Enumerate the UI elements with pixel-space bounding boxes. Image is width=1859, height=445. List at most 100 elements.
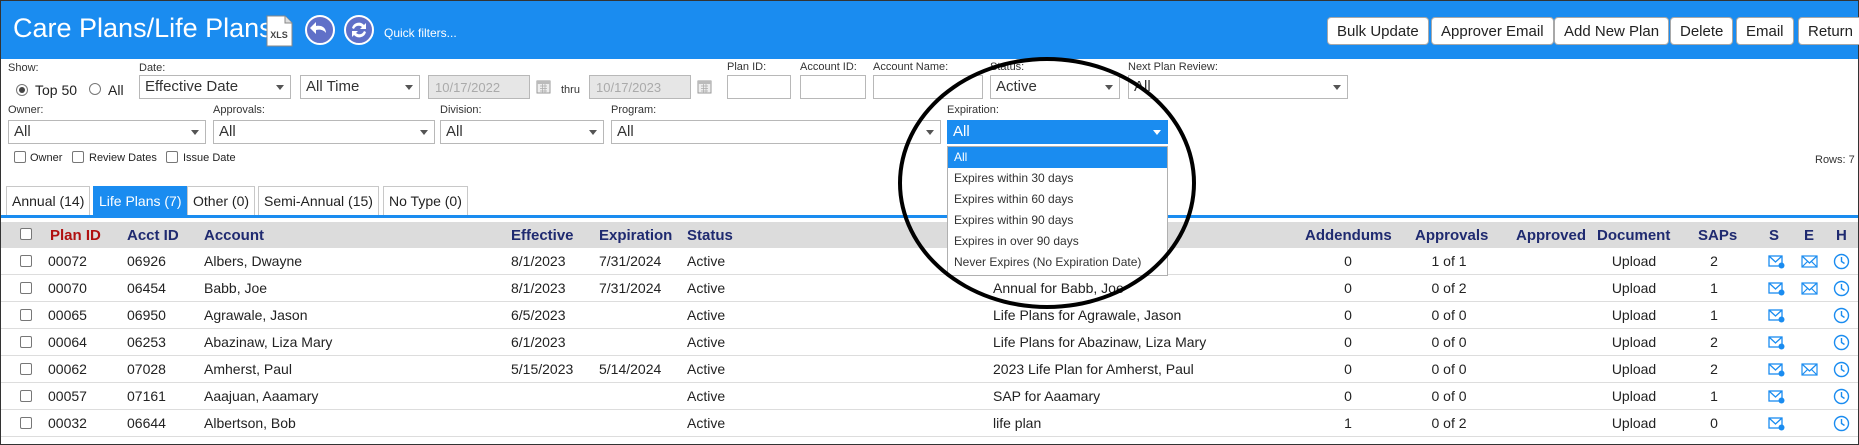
send-email-icon[interactable] bbox=[1768, 307, 1785, 324]
table-row[interactable]: 00032 06644 Albertson, Bob Active life plan 1… bbox=[1, 410, 1858, 437]
col-plan-id[interactable]: Plan ID bbox=[50, 227, 101, 244]
date-type-select[interactable]: Effective Date bbox=[139, 75, 291, 99]
issue-date-checkbox[interactable] bbox=[166, 151, 178, 163]
col-saps[interactable]: SAPs bbox=[1698, 227, 1737, 244]
cell-document[interactable]: Upload bbox=[1612, 361, 1656, 377]
expiration-option-over-90-days[interactable]: Expires in over 90 days bbox=[948, 231, 1167, 252]
send-email-icon[interactable] bbox=[1768, 361, 1785, 378]
cell-status: Active bbox=[687, 334, 726, 350]
delete-button[interactable]: Delete bbox=[1670, 17, 1734, 45]
send-email-icon[interactable] bbox=[1768, 415, 1785, 432]
col-s[interactable]: S bbox=[1769, 227, 1779, 244]
account-name-input[interactable] bbox=[873, 75, 983, 99]
table-row[interactable]: 00072 06926 Albers, Dwayne 8/1/2023 7/31/202… bbox=[1, 248, 1858, 275]
col-h[interactable]: H bbox=[1836, 227, 1847, 244]
expiration-select[interactable]: All bbox=[947, 120, 1168, 144]
cell-document[interactable]: Upload bbox=[1612, 253, 1656, 269]
owner-checkbox[interactable] bbox=[14, 151, 26, 163]
calendar-icon[interactable] bbox=[536, 79, 551, 94]
calendar-icon[interactable] bbox=[697, 79, 712, 94]
cell-approvals: 0 of 0 bbox=[1431, 361, 1467, 377]
send-email-icon[interactable] bbox=[1768, 334, 1785, 351]
envelope-icon[interactable] bbox=[1801, 253, 1818, 270]
col-approvals[interactable]: Approvals bbox=[1415, 227, 1488, 244]
history-clock-icon[interactable] bbox=[1833, 280, 1850, 297]
account-id-input[interactable] bbox=[800, 75, 866, 99]
envelope-icon[interactable] bbox=[1801, 280, 1818, 297]
history-clock-icon[interactable] bbox=[1833, 253, 1850, 270]
send-email-icon[interactable] bbox=[1768, 280, 1785, 297]
tab-other[interactable]: Other (0) bbox=[187, 186, 256, 215]
col-effective[interactable]: Effective bbox=[511, 227, 574, 244]
row-checkbox[interactable] bbox=[20, 309, 32, 321]
approvals-select[interactable]: All bbox=[213, 120, 435, 144]
row-checkbox[interactable] bbox=[20, 363, 32, 375]
row-checkbox[interactable] bbox=[20, 255, 32, 267]
expiration-option-30-days[interactable]: Expires within 30 days bbox=[948, 168, 1167, 189]
add-new-plan-button[interactable]: Add New Plan bbox=[1554, 17, 1670, 45]
thru-label: thru bbox=[561, 84, 580, 96]
cell-document[interactable]: Upload bbox=[1612, 334, 1656, 350]
cell-status: Active bbox=[687, 388, 726, 404]
table-row[interactable]: 00057 07161 Aaajuan, Aaamary Active SAP for … bbox=[1, 383, 1858, 410]
xls-export-icon[interactable]: XLS bbox=[264, 15, 294, 47]
email-button[interactable]: Email bbox=[1736, 17, 1794, 45]
cell-document[interactable]: Upload bbox=[1612, 280, 1656, 296]
bulk-update-button[interactable]: Bulk Update bbox=[1327, 17, 1429, 45]
date-to-input[interactable]: 10/17/2023 bbox=[589, 75, 691, 99]
tab-semi-annual[interactable]: Semi-Annual (15) bbox=[258, 186, 379, 215]
row-checkbox[interactable] bbox=[20, 282, 32, 294]
top50-radio[interactable] bbox=[16, 84, 28, 96]
refresh-icon[interactable] bbox=[343, 14, 375, 46]
col-e[interactable]: E bbox=[1804, 227, 1814, 244]
date-range-select[interactable]: All Time bbox=[300, 75, 420, 99]
send-email-icon[interactable] bbox=[1768, 388, 1785, 405]
owner-select[interactable]: All bbox=[8, 120, 206, 144]
expiration-option-90-days[interactable]: Expires within 90 days bbox=[948, 210, 1167, 231]
cell-document[interactable]: Upload bbox=[1612, 415, 1656, 431]
history-clock-icon[interactable] bbox=[1833, 334, 1850, 351]
table-row[interactable]: 00065 06950 Agrawale, Jason 6/5/2023 Active L… bbox=[1, 302, 1858, 329]
table-row[interactable]: 00070 06454 Babb, Joe 8/1/2023 7/31/2024 Acti… bbox=[1, 275, 1858, 302]
expiration-option-never-expires[interactable]: Never Expires (No Expiration Date) bbox=[948, 252, 1167, 273]
tab-life-plans[interactable]: Life Plans (7) bbox=[93, 186, 188, 215]
history-clock-icon[interactable] bbox=[1833, 415, 1850, 432]
history-clock-icon[interactable] bbox=[1833, 388, 1850, 405]
table-row[interactable]: 00064 06253 Abazinaw, Liza Mary 6/1/2023 Act… bbox=[1, 329, 1858, 356]
date-from-input[interactable]: 10/17/2022 bbox=[428, 75, 530, 99]
return-button[interactable]: Return bbox=[1798, 17, 1859, 45]
row-checkbox[interactable] bbox=[20, 336, 32, 348]
tab-no-type[interactable]: No Type (0) bbox=[383, 186, 468, 215]
status-select[interactable]: Active bbox=[990, 75, 1120, 99]
cell-document[interactable]: Upload bbox=[1612, 388, 1656, 404]
col-status[interactable]: Status bbox=[687, 227, 733, 244]
review-dates-checkbox[interactable] bbox=[72, 151, 84, 163]
row-checkbox[interactable] bbox=[20, 417, 32, 429]
history-clock-icon[interactable] bbox=[1833, 361, 1850, 378]
col-expiration[interactable]: Expiration bbox=[599, 227, 672, 244]
row-checkbox[interactable] bbox=[20, 390, 32, 402]
col-approved[interactable]: Approved bbox=[1516, 227, 1586, 244]
program-select[interactable]: All bbox=[611, 120, 941, 144]
division-select[interactable]: All bbox=[440, 120, 604, 144]
col-addendums[interactable]: Addendums bbox=[1305, 227, 1392, 244]
cell-document[interactable]: Upload bbox=[1612, 307, 1656, 323]
plan-id-input[interactable] bbox=[727, 75, 791, 99]
history-clock-icon[interactable] bbox=[1833, 307, 1850, 324]
expiration-option-60-days[interactable]: Expires within 60 days bbox=[948, 189, 1167, 210]
table-row[interactable]: 00062 07028 Amherst, Paul 5/15/2023 5/14/202… bbox=[1, 356, 1858, 383]
envelope-icon[interactable] bbox=[1801, 361, 1818, 378]
send-email-icon[interactable] bbox=[1768, 253, 1785, 270]
all-radio[interactable] bbox=[89, 83, 101, 95]
back-arrow-icon[interactable] bbox=[304, 14, 336, 46]
select-all-checkbox[interactable] bbox=[20, 228, 32, 240]
col-account[interactable]: Account bbox=[204, 227, 264, 244]
approver-email-button[interactable]: Approver Email bbox=[1431, 17, 1554, 45]
quick-filters-link[interactable]: Quick filters... bbox=[384, 26, 457, 40]
col-acct-id[interactable]: Acct ID bbox=[127, 227, 179, 244]
col-document[interactable]: Document bbox=[1597, 227, 1670, 244]
expiration-dropdown-list: All Expires within 30 days Expires withi… bbox=[947, 146, 1168, 276]
tab-annual[interactable]: Annual (14) bbox=[6, 186, 91, 215]
expiration-option-all[interactable]: All bbox=[948, 147, 1167, 168]
next-review-select[interactable]: All bbox=[1128, 75, 1348, 99]
